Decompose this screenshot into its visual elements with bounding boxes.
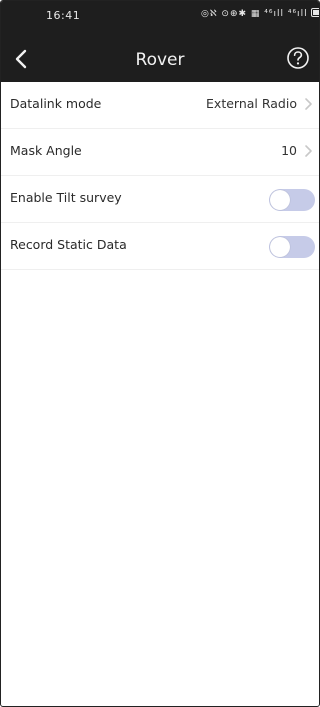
help-circle-icon	[287, 47, 309, 69]
chevron-right-icon	[305, 98, 312, 110]
tilt-survey-label: Enable Tilt survey	[10, 190, 122, 205]
toggle-knob	[270, 190, 290, 210]
phone-screen: 16:41 ◎ℵ ⊙⊕✱ ▦ ⁴⁶ıll ⁴⁶ıll Rover Datalin…	[0, 0, 320, 707]
status-time: 16:41	[46, 9, 81, 22]
mask-angle-row[interactable]: Mask Angle 10	[1, 129, 319, 176]
status-icons: ◎ℵ ⊙⊕✱ ▦ ⁴⁶ıll ⁴⁶ıll	[201, 8, 319, 19]
help-button[interactable]	[285, 45, 311, 71]
datalink-mode-label: Datalink mode	[10, 96, 102, 111]
static-data-row: Record Static Data	[1, 223, 319, 270]
page-title: Rover	[135, 50, 185, 70]
toggle-knob	[270, 237, 290, 257]
chevron-right-icon	[305, 145, 312, 157]
battery-icon	[310, 8, 319, 17]
title-bar: Rover	[1, 37, 319, 82]
status-bar: 16:41 ◎ℵ ⊙⊕✱ ▦ ⁴⁶ıll ⁴⁶ıll	[1, 1, 319, 37]
static-data-label: Record Static Data	[10, 237, 127, 252]
static-data-toggle[interactable]	[269, 236, 315, 258]
status-icons-glyphs: ◎ℵ ⊙⊕✱ ▦ ⁴⁶ıll ⁴⁶ıll	[201, 9, 308, 19]
tilt-survey-row: Enable Tilt survey	[1, 176, 319, 223]
datalink-mode-row[interactable]: Datalink mode External Radio	[1, 82, 319, 129]
datalink-mode-value: External Radio	[206, 96, 297, 111]
mask-angle-label: Mask Angle	[10, 143, 82, 158]
mask-angle-value: 10	[281, 143, 297, 158]
tilt-survey-toggle[interactable]	[269, 189, 315, 211]
